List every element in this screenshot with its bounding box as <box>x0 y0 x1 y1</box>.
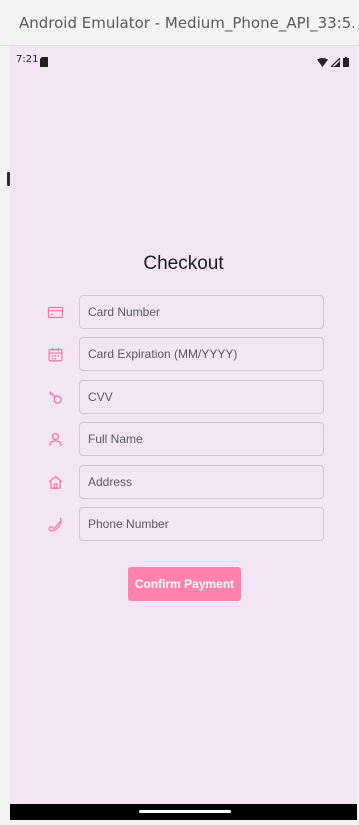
emulator-title-bar: Android Emulator - Medium_Phone_API_33:5… <box>0 0 359 46</box>
window-frame-bottom <box>0 820 359 825</box>
battery-icon <box>343 54 349 72</box>
sd-card-icon <box>40 54 48 72</box>
card-expiration-row <box>10 337 357 371</box>
card-expiration-field[interactable] <box>79 337 324 371</box>
confirm-payment-button[interactable]: Confirm Payment <box>128 567 241 601</box>
card-number-field[interactable] <box>79 295 324 329</box>
address-row <box>10 465 357 499</box>
window-title: Android Emulator - Medium_Phone_API_33:5… <box>19 13 354 32</box>
navigation-bar <box>10 804 357 820</box>
cvv-row <box>10 380 357 414</box>
person-icon <box>47 431 64 448</box>
home-gesture-handle[interactable] <box>139 810 231 813</box>
full-name-field[interactable] <box>79 422 324 456</box>
phone-screen: 7:21 Checkout Card Number Card Expiratio… <box>10 46 357 804</box>
window-frame-left <box>0 46 10 825</box>
card-number-row <box>10 295 357 329</box>
phone-number-row <box>10 507 357 541</box>
address-field[interactable] <box>79 465 324 499</box>
status-bar: 7:21 <box>10 46 357 72</box>
wifi-icon <box>317 54 328 72</box>
calendar-icon <box>47 346 64 363</box>
home-icon <box>47 474 64 491</box>
status-time: 7:21 <box>16 54 39 65</box>
phone-icon <box>47 516 64 533</box>
cvv-field[interactable] <box>79 380 324 414</box>
signal-icon <box>329 54 341 72</box>
key-icon <box>47 389 64 406</box>
phone-number-field[interactable] <box>79 507 324 541</box>
credit-card-icon <box>47 304 64 321</box>
page-title: Checkout <box>143 253 224 274</box>
status-indicators <box>317 54 349 72</box>
full-name-row <box>10 422 357 456</box>
